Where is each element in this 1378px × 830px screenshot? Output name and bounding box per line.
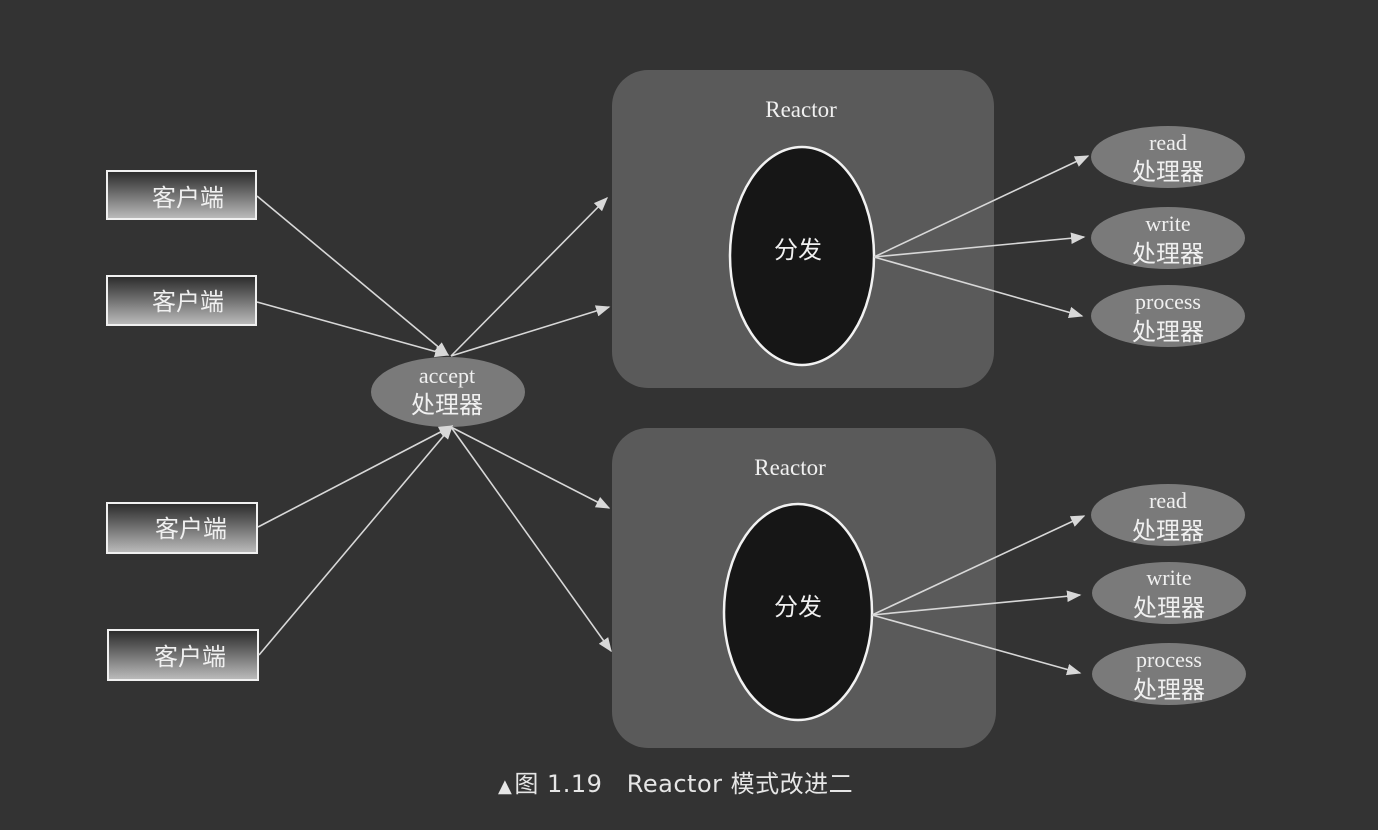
client-label: 客户端 bbox=[154, 644, 226, 671]
accept-handler-line2: 处理器 bbox=[411, 392, 483, 419]
handler-line1: process bbox=[1135, 289, 1201, 314]
process-handler-top: process 处理器 bbox=[1091, 285, 1245, 347]
caption-triangle-icon: ▲ bbox=[498, 776, 513, 797]
caption-text: 图 1.19 Reactor 模式改进二 bbox=[514, 770, 854, 798]
reactor-title-bottom: Reactor bbox=[754, 455, 826, 480]
handler-line1: write bbox=[1145, 211, 1190, 236]
client-box-3: 客户端 bbox=[106, 502, 258, 554]
handler-line2: 处理器 bbox=[1133, 595, 1205, 622]
handler-line2: 处理器 bbox=[1132, 159, 1204, 186]
read-handler-bottom: read 处理器 bbox=[1091, 484, 1245, 546]
reactor-diagram: Reactor Reactor 分发 分发 客户端 客户端 客户端 客户端 ac… bbox=[106, 70, 1246, 748]
handler-line1: process bbox=[1136, 647, 1202, 672]
diagram-canvas: Reactor Reactor 分发 分发 客户端 客户端 客户端 客户端 ac… bbox=[0, 0, 1378, 830]
figure-caption: ▲图 1.19 Reactor 模式改进二 bbox=[498, 764, 853, 799]
arrow-client1-to-accept bbox=[256, 195, 450, 356]
client-box-4: 客户端 bbox=[107, 629, 259, 681]
handler-line2: 处理器 bbox=[1132, 518, 1204, 545]
handler-line2: 处理器 bbox=[1133, 677, 1205, 704]
write-handler-bottom: write 处理器 bbox=[1092, 562, 1246, 624]
arrow-accept-to-reactor2b bbox=[450, 426, 612, 653]
client-box-1: 客户端 bbox=[106, 170, 257, 220]
accept-handler: accept 处理器 bbox=[371, 357, 525, 427]
reactor-title-top: Reactor bbox=[765, 97, 837, 122]
client-label: 客户端 bbox=[152, 289, 224, 316]
dispatcher-label-bottom: 分发 bbox=[774, 594, 822, 621]
arrow-client3-to-accept bbox=[257, 425, 454, 528]
client-box-2: 客户端 bbox=[106, 275, 257, 326]
dispatcher-label-top: 分发 bbox=[774, 237, 822, 264]
handler-line2: 处理器 bbox=[1132, 319, 1204, 346]
arrow-client2-to-accept bbox=[256, 301, 450, 358]
client-label: 客户端 bbox=[152, 185, 224, 212]
handler-line1: write bbox=[1146, 565, 1191, 590]
process-handler-bottom: process 处理器 bbox=[1092, 643, 1246, 705]
client-label: 客户端 bbox=[155, 516, 227, 543]
handler-line2: 处理器 bbox=[1132, 241, 1204, 268]
accept-handler-line1: accept bbox=[419, 363, 475, 388]
handler-line1: read bbox=[1149, 488, 1187, 513]
read-handler-top: read 处理器 bbox=[1091, 126, 1245, 188]
arrow-client4-to-accept bbox=[258, 424, 453, 656]
write-handler-top: write 处理器 bbox=[1091, 207, 1245, 269]
arrow-accept-to-reactor2a bbox=[450, 426, 611, 509]
handler-line1: read bbox=[1149, 130, 1187, 155]
